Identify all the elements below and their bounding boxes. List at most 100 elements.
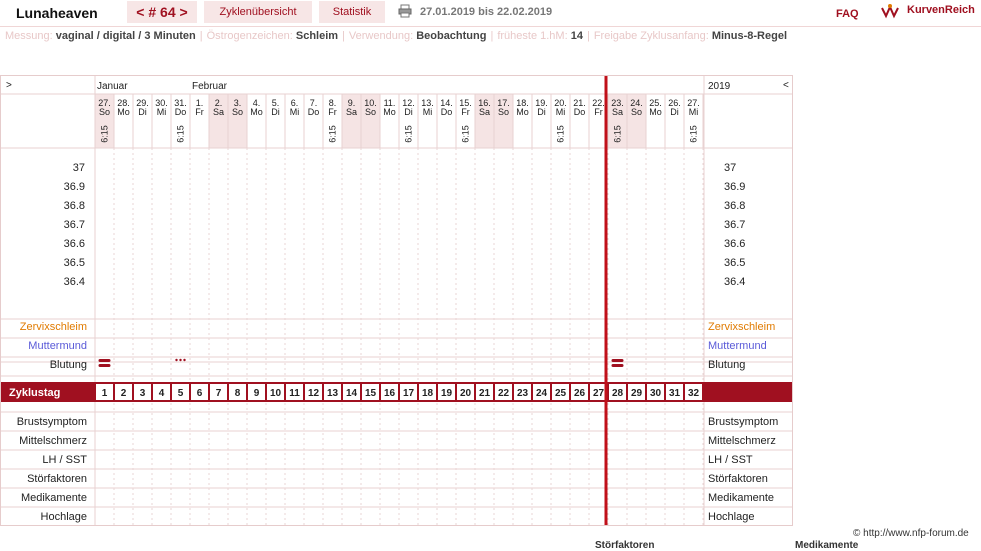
info-value: vaginal / digital / 3 Minuten xyxy=(55,30,196,42)
cycle-chart-svg: > <Januar Februar 201927.So6:1528.Mo29.Di30… xyxy=(1,76,792,525)
day-weekday: Sa xyxy=(346,107,357,117)
cycle-day-number: 7 xyxy=(216,388,222,399)
date-range: 27.01.2019 bis 22.02.2019 xyxy=(420,6,553,18)
measure-time: 6:15 xyxy=(556,125,566,143)
row-label-right: Blutung xyxy=(708,359,745,371)
day-weekday: Do xyxy=(175,107,187,117)
cycle-day-number: 12 xyxy=(308,388,320,399)
temp-label-left: 36.9 xyxy=(64,181,85,193)
cycle-day-number: 23 xyxy=(517,388,529,399)
row-label-left: Brustsymptom xyxy=(17,416,87,428)
info-key: Messung: xyxy=(5,30,56,42)
row-label-right: LH / SST xyxy=(708,454,753,466)
year-label: 2019 xyxy=(708,81,731,92)
cycle-day-number: 20 xyxy=(460,388,472,399)
bleeding-strong-icon xyxy=(611,364,624,367)
day-weekday: Mo xyxy=(649,107,662,117)
day-weekday: Fr xyxy=(461,107,470,117)
statistics-tab[interactable]: Statistik xyxy=(319,1,385,23)
brand-name: KurvenReich xyxy=(907,4,975,16)
measure-time: 6:15 xyxy=(689,125,699,143)
cut-off-label-left: Störfaktoren xyxy=(595,540,655,551)
row-label-right: Muttermund xyxy=(708,340,767,352)
cycle-day-number: 3 xyxy=(140,388,146,399)
row-label-right: Zervixschleim xyxy=(708,321,775,333)
cycle-day-number: 21 xyxy=(479,388,491,399)
day-weekday: Mi xyxy=(157,107,167,117)
row-label-left: Muttermund xyxy=(28,340,87,352)
info-key: Freigabe Zyklusanfang: xyxy=(593,30,712,42)
row-label-right: Mittelschmerz xyxy=(708,435,776,447)
day-weekday: Mi xyxy=(556,107,566,117)
temp-label-right: 36.5 xyxy=(724,257,745,269)
day-weekday: Sa xyxy=(213,107,224,117)
printer-icon[interactable] xyxy=(398,4,412,18)
day-weekday: Mo xyxy=(383,107,396,117)
info-separator: | xyxy=(342,30,345,42)
day-weekday: Fr xyxy=(328,107,337,117)
info-key: früheste 1.hM: xyxy=(497,30,571,42)
info-key: Verwendung: xyxy=(348,30,417,42)
temp-label-left: 36.6 xyxy=(64,238,85,250)
row-label-left: Blutung xyxy=(50,359,87,371)
cycle-nav-button[interactable]: < # 64 > xyxy=(127,1,197,23)
cycle-day-number: 26 xyxy=(574,388,586,399)
day-weekday: Sa xyxy=(479,107,490,117)
cycle-day-number: 8 xyxy=(235,388,241,399)
day-weekday: So xyxy=(631,107,642,117)
day-weekday: So xyxy=(232,107,243,117)
faq-link[interactable]: FAQ xyxy=(836,8,859,20)
cycle-day-number: 18 xyxy=(422,388,434,399)
cycle-day-number: 17 xyxy=(403,388,415,399)
day-weekday: Do xyxy=(574,107,586,117)
cycle-chart: > < Januar Februar 2019 27. So 6:15 28. Mo 29. Di 30… xyxy=(0,75,793,526)
row-label-right: Störfaktoren xyxy=(708,473,768,485)
day-weekday: Fr xyxy=(195,107,204,117)
row-label-left: Medikamente xyxy=(21,492,87,504)
day-weekday: Fr xyxy=(594,107,603,117)
row-label-left: LH / SST xyxy=(42,454,87,466)
measure-time: 6:15 xyxy=(328,125,338,143)
cycle-day-number: 5 xyxy=(178,388,184,399)
cycle-day-label: Zyklustag xyxy=(9,387,60,399)
measure-time: 6:15 xyxy=(461,125,471,143)
day-weekday: Mo xyxy=(117,107,130,117)
day-weekday: Mi xyxy=(290,107,300,117)
temp-label-left: 36.8 xyxy=(64,200,85,212)
bleeding-spotting-icon xyxy=(183,358,186,362)
cycle-day-number: 2 xyxy=(121,388,127,399)
day-weekday: Di xyxy=(670,107,679,117)
cycle-day-number: 4 xyxy=(159,388,165,399)
info-value: Schleim xyxy=(295,30,339,42)
cycle-day-number: 16 xyxy=(384,388,396,399)
cycle-day-number: 22 xyxy=(498,388,510,399)
cycle-day-number: 32 xyxy=(688,388,700,399)
cycle-day-number: 13 xyxy=(327,388,339,399)
month-label: Februar xyxy=(192,81,228,92)
bleeding-spotting-icon xyxy=(175,358,178,362)
day-weekday: Di xyxy=(271,107,280,117)
day-weekday: Do xyxy=(441,107,453,117)
info-value: Beobachtung xyxy=(416,30,487,42)
info-separator: | xyxy=(586,30,590,42)
scroll-left-arrow[interactable]: > xyxy=(6,80,12,91)
measure-time: 6:15 xyxy=(613,125,623,143)
temp-label-right: 36.6 xyxy=(724,238,745,250)
temp-label-left: 36.7 xyxy=(64,219,85,231)
temp-label-left: 36.5 xyxy=(64,257,85,269)
cycle-overview-tab[interactable]: Zyklenübersicht xyxy=(204,1,312,23)
temp-label-right: 36.7 xyxy=(724,219,745,231)
info-separator: | xyxy=(199,30,203,42)
scroll-right-arrow[interactable]: < xyxy=(783,80,789,91)
cycle-day-number: 27 xyxy=(593,388,605,399)
info-value: 14 xyxy=(570,30,583,42)
day-weekday: Mi xyxy=(689,107,699,117)
temp-label-right: 36.9 xyxy=(724,181,745,193)
info-key: Östrogenzeichen: xyxy=(206,30,296,42)
bleeding-strong-icon xyxy=(98,359,111,362)
bleeding-strong-icon xyxy=(98,364,111,367)
day-weekday: Di xyxy=(404,107,413,117)
user-title: Lunaheaven xyxy=(16,5,98,21)
cycle-day-number: 14 xyxy=(346,388,358,399)
measure-time: 6:15 xyxy=(404,125,414,143)
